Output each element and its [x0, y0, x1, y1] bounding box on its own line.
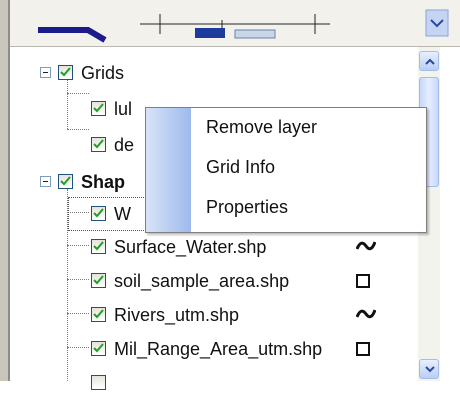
group-label: Shap — [81, 172, 126, 192]
scroll-down-button[interactable] — [419, 359, 439, 379]
layer-label: de — [114, 135, 135, 155]
layer-checkbox[interactable] — [91, 101, 106, 116]
map-preview-thumbnail — [38, 9, 449, 43]
menu-item-remove-layer[interactable]: Remove layer — [206, 117, 317, 138]
tree-group-grids[interactable]: Grids — [10, 56, 420, 90]
layer-row[interactable]: Rivers_utm.shp — [10, 298, 420, 332]
layer-checkbox[interactable] — [91, 273, 106, 288]
chevron-up-icon — [425, 58, 435, 65]
layer-label: Surface_Water.shp — [114, 237, 267, 257]
layer-checkbox[interactable] — [91, 341, 106, 356]
scroll-up-button[interactable] — [419, 51, 439, 71]
layer-checkbox[interactable] — [91, 137, 106, 152]
menu-gutter — [146, 108, 191, 232]
polygon-box-icon — [356, 342, 370, 356]
line-wave-icon — [356, 241, 376, 251]
layer-label: W — [114, 204, 131, 224]
polygon-box-icon — [356, 274, 370, 288]
layer-checkbox[interactable] — [91, 307, 106, 322]
layer-label: lul — [114, 99, 133, 119]
layer-checkbox[interactable] — [91, 206, 106, 221]
layer-row-partial[interactable] — [10, 367, 420, 401]
layer-checkbox[interactable] — [58, 65, 73, 80]
layer-row[interactable]: Mil_Range_Area_utm.shp — [10, 332, 420, 366]
layer-row[interactable]: Surface_Water.shp — [10, 230, 420, 264]
layer-checkbox[interactable] — [91, 375, 106, 390]
menu-item-grid-info[interactable]: Grid Info — [206, 157, 275, 178]
menu-item-properties[interactable]: Properties — [206, 197, 288, 218]
layer-label: soil_sample_area.shp — [114, 271, 290, 291]
layer-label: Rivers_utm.shp — [114, 305, 240, 325]
layer-label: Mil_Range_Area_utm.shp — [114, 339, 323, 359]
window-frame-left — [0, 0, 8, 381]
layer-row[interactable]: soil_sample_area.shp — [10, 264, 420, 298]
context-menu: Remove layer Grid Info Properties — [145, 107, 427, 233]
collapse-toggle[interactable] — [40, 176, 51, 187]
layer-checkbox[interactable] — [91, 239, 106, 254]
collapse-toggle[interactable] — [40, 67, 51, 78]
chevron-down-icon — [425, 366, 435, 373]
group-label: Grids — [81, 63, 125, 83]
line-wave-icon — [356, 309, 376, 319]
map-preview[interactable] — [10, 0, 460, 47]
layer-checkbox[interactable] — [58, 174, 73, 189]
